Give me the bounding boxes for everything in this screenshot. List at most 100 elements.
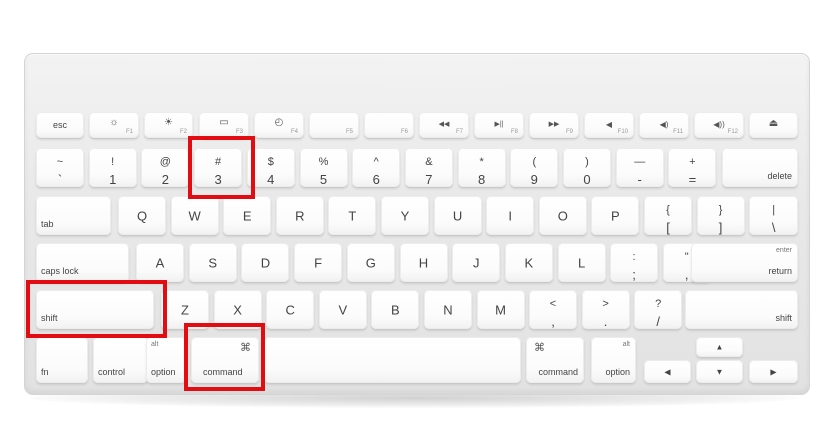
letter-key-s[interactable]: S <box>188 243 237 282</box>
tab-key[interactable]: tab <box>36 196 111 235</box>
letter-key-y[interactable]: Y <box>381 196 429 235</box>
bracket-key-1[interactable]: }] <box>696 196 745 235</box>
letter-key-p[interactable]: P <box>591 196 640 235</box>
left-command-key[interactable]: ⌘ command <box>191 337 259 383</box>
number-key-main-symbol: ` <box>57 172 63 187</box>
eject-key[interactable]: ⏏ <box>749 112 798 138</box>
arrow-down-key[interactable]: ▼ <box>696 360 743 383</box>
delete-key[interactable]: delete <box>722 148 798 187</box>
letter-key-o[interactable]: O <box>538 196 587 235</box>
letter-key-c[interactable]: C <box>266 290 315 329</box>
fn-key[interactable]: fn <box>36 337 88 383</box>
right-option-key[interactable]: alt option <box>591 337 636 383</box>
letter-key-u[interactable]: U <box>433 196 482 235</box>
letter-key-z[interactable]: Z <box>161 290 209 329</box>
number-key-3[interactable]: #3 <box>194 148 243 187</box>
letter-key-m[interactable]: M <box>476 290 525 329</box>
left-shift-key[interactable]: shift <box>36 290 154 329</box>
f8-key[interactable]: ▶|| F8 <box>474 112 524 138</box>
letter-key-v[interactable]: V <box>318 290 367 329</box>
number-key-9[interactable]: (9 <box>510 148 559 187</box>
f4-key[interactable]: ◴ F4 <box>254 112 304 138</box>
control-key[interactable]: control <box>93 337 148 383</box>
right-shift-key[interactable]: shift <box>685 290 798 329</box>
number-key-shift-symbol: % <box>318 156 329 168</box>
letter-key-n[interactable]: N <box>424 290 472 329</box>
return-key[interactable]: enter return <box>691 243 798 282</box>
number-key-shift-symbol: * <box>479 156 484 168</box>
control-label: control <box>98 367 126 377</box>
caps-lock-key[interactable]: caps lock <box>36 243 129 282</box>
letter-key-q[interactable]: Q <box>118 196 166 235</box>
mission-control-icon: ▭ <box>219 117 229 128</box>
letter-key-x[interactable]: X <box>213 290 262 329</box>
number-key-2[interactable]: @2 <box>141 148 190 187</box>
bracket-key-main-symbol: ] <box>718 220 723 235</box>
bracket-key-main-symbol: \ <box>771 220 776 235</box>
arrow-left-key[interactable]: ◀ <box>644 360 691 383</box>
esc-key[interactable]: esc <box>36 112 84 138</box>
letter-key-e[interactable]: E <box>223 196 272 235</box>
right-command-key[interactable]: ⌘ command <box>526 337 584 383</box>
f5-key[interactable]: F5 <box>309 112 359 138</box>
number-key-4[interactable]: $4 <box>246 148 295 187</box>
letter-key-w[interactable]: W <box>170 196 219 235</box>
tab-label: tab <box>41 219 54 229</box>
letter-key-h[interactable]: H <box>399 243 448 282</box>
punct-key-z-0[interactable]: <, <box>529 290 577 329</box>
punct-key-0[interactable]: :; <box>610 243 658 282</box>
number-key-7[interactable]: & 7 <box>404 148 453 187</box>
f6-key[interactable]: F6 <box>364 112 414 138</box>
number-key-5[interactable]: % 5 <box>299 148 348 187</box>
f12-key[interactable]: ◀)) F12 <box>694 112 744 138</box>
letter-key-d[interactable]: D <box>241 243 290 282</box>
number-key-main-symbol: 2 <box>161 172 170 187</box>
arrow-up-key[interactable]: ▲ <box>696 337 743 357</box>
number-key-0[interactable]: ~ ` <box>36 148 84 187</box>
letter-key-k[interactable]: K <box>504 243 553 282</box>
f3-label: F3 <box>235 129 243 135</box>
number-key-main-symbol: 9 <box>530 172 538 187</box>
letter-key-g[interactable]: G <box>346 243 395 282</box>
letter-key-label: D <box>260 255 271 270</box>
fast-forward-icon: ▶▶ <box>548 121 560 128</box>
space-bar[interactable] <box>264 337 521 383</box>
number-key-6[interactable]: ^ 6 <box>352 148 401 187</box>
letter-key-t[interactable]: T <box>328 196 377 235</box>
left-option-key[interactable]: alt option <box>146 337 186 383</box>
letter-key-a[interactable]: A <box>136 243 184 282</box>
number-key-8[interactable]: * 8 <box>457 148 506 187</box>
arrow-right-key[interactable]: ▶ <box>749 360 798 383</box>
number-key-11[interactable]: — - <box>615 148 664 187</box>
punct-key-z-1[interactable]: >. <box>581 290 630 329</box>
f2-key[interactable]: ☀ F2 <box>144 112 193 138</box>
letter-key-j[interactable]: J <box>452 243 501 282</box>
f3-key[interactable]: ▭ F3 <box>199 112 249 138</box>
punct-key-z-2[interactable]: ? / <box>634 290 683 329</box>
number-key-10[interactable]: ) 0 <box>563 148 611 187</box>
letter-key-b[interactable]: B <box>371 290 420 329</box>
left-option-label: option <box>151 367 176 377</box>
return-label: return <box>768 266 792 276</box>
bracket-key-2[interactable]: | \ <box>749 196 799 235</box>
number-key-1[interactable]: ! 1 <box>88 148 137 187</box>
letter-key-l[interactable]: L <box>557 243 606 282</box>
volume-down-icon: ◀) <box>659 120 669 129</box>
letter-key-f[interactable]: F <box>294 243 343 282</box>
number-key-12[interactable]: + = <box>668 148 717 187</box>
f9-key[interactable]: ▶▶ F9 <box>529 112 579 138</box>
punct-key-shift-symbol: < <box>549 298 557 310</box>
number-key-main-symbol: 5 <box>319 172 328 187</box>
bracket-key-0[interactable]: {[ <box>644 196 692 235</box>
f7-key[interactable]: ◀◀ F7 <box>419 112 469 138</box>
letter-key-label: J <box>472 255 480 270</box>
letter-key-r[interactable]: R <box>275 196 324 235</box>
number-key-main-symbol: 3 <box>214 172 222 187</box>
left-alt-label: alt <box>151 341 159 348</box>
f11-key[interactable]: ◀) F11 <box>639 112 689 138</box>
letter-key-i[interactable]: I <box>486 196 535 235</box>
letter-key-label: B <box>391 302 400 317</box>
f1-key[interactable]: ☼ F1 <box>89 112 139 138</box>
number-key-shift-symbol: & <box>425 156 433 168</box>
f10-key[interactable]: ◀ F10 <box>584 112 634 138</box>
